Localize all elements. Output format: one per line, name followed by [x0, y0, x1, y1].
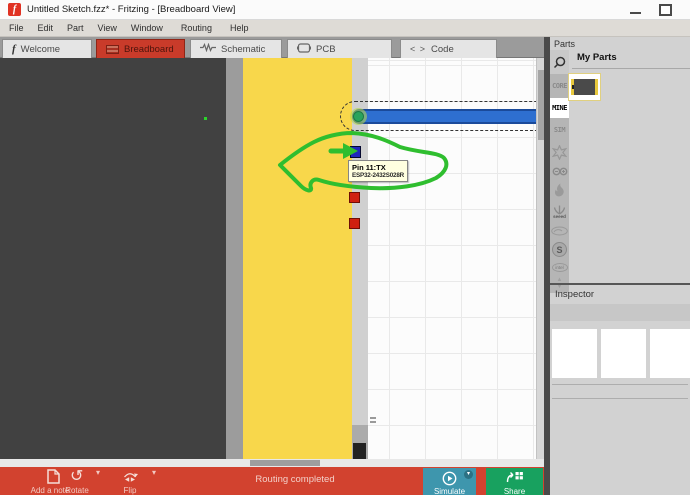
flip-icon	[121, 472, 139, 484]
intel-icon: intel	[552, 263, 568, 272]
flip-dropdown-caret[interactable]: ▾	[152, 468, 156, 477]
simulate-label: Simulate	[423, 487, 476, 495]
red-pin[interactable]	[349, 192, 360, 203]
tab-breadboard-label: Breadboard	[124, 44, 174, 55]
code-brackets-icon: < >	[410, 44, 426, 54]
ruler-tick	[370, 421, 376, 423]
parts-tab-arduino[interactable]	[550, 163, 569, 180]
fritzing-f-icon: f	[12, 43, 16, 55]
parts-tab-snootlab[interactable]: S	[550, 238, 569, 260]
parts-tab-seeed[interactable]: seeed	[550, 200, 569, 224]
menu-edit[interactable]: Edit	[31, 22, 61, 34]
part-thumb-screen	[574, 79, 595, 95]
menu-routing[interactable]: Routing	[174, 22, 219, 34]
right-panel: Parts CORE MINE SIM seeed	[550, 37, 690, 495]
tab-code-label: Code	[431, 44, 454, 55]
simulate-dropdown-caret[interactable]: ▾	[464, 470, 473, 479]
parts-tab-intel[interactable]: intel	[550, 260, 569, 275]
note-page-icon	[47, 469, 60, 484]
blue-wire[interactable]	[352, 109, 536, 124]
inspector-title: Inspector	[555, 289, 594, 300]
adafruit-icon	[552, 145, 567, 160]
inspector-rule	[552, 398, 688, 399]
bottom-toolbar: Add a note ↺ Rotate ▾ Flip ▾ Routing com…	[0, 467, 544, 495]
tab-code[interactable]: < > Code	[400, 39, 497, 58]
inspector-rule	[552, 384, 688, 385]
pcb-icon	[297, 43, 311, 56]
rotate-dropdown-caret[interactable]: ▾	[96, 468, 100, 477]
board-yellow-pcb	[243, 58, 352, 459]
routing-status: Routing completed	[195, 474, 395, 485]
breadboard-canvas[interactable]: Pin 11:TX ESP32-2432S028R	[0, 58, 546, 459]
board-dark-region	[0, 58, 226, 459]
rotate-label[interactable]: Rotate	[57, 486, 97, 495]
parts-tab-adafruit[interactable]	[550, 142, 569, 163]
tab-schematic[interactable]: Schematic	[190, 39, 282, 58]
menu-help[interactable]: Help	[223, 22, 256, 34]
esp32-part-thumbnail[interactable]	[568, 73, 601, 101]
window-title: Untitled Sketch.fzz* - Fritzing - [Bread…	[27, 4, 235, 15]
tab-breadboard[interactable]: Breadboard	[96, 39, 185, 58]
maximize-button[interactable]	[659, 4, 672, 16]
tab-pcb-label: PCB	[316, 44, 336, 55]
inspector-preview-box	[601, 329, 646, 378]
ruler-tick	[370, 417, 376, 419]
tab-welcome[interactable]: f Welcome	[2, 39, 92, 58]
menu-view[interactable]: View	[91, 22, 124, 34]
tooltip-part-label: ESP32-2432S028R	[352, 172, 404, 179]
infineon-icon	[551, 226, 568, 236]
menu-file[interactable]: File	[2, 22, 31, 34]
board-bottom-component	[353, 443, 366, 459]
title-bar: f Untitled Sketch.fzz* - Fritzing - [Bre…	[0, 0, 690, 20]
parts-bin-strip: CORE MINE SIM seeed S intel	[550, 50, 569, 293]
share-label: Share	[486, 487, 543, 495]
sparkfun-flame-icon	[554, 183, 565, 197]
menu-bar: File Edit Part View Window Routing Help	[0, 20, 690, 37]
inspector-divider[interactable]	[550, 283, 690, 285]
canvas-green-dot	[204, 117, 207, 120]
wire-bendpoint[interactable]	[353, 111, 364, 122]
board-gray-strip	[226, 58, 243, 459]
inspector-header-band	[550, 304, 690, 321]
view-tab-bar: f Welcome Breadboard Schematic PCB < > C…	[0, 37, 548, 58]
parts-tab-sim[interactable]: SIM	[550, 118, 569, 142]
minimize-button[interactable]	[630, 12, 641, 14]
snootlab-icon: S	[552, 242, 567, 257]
tab-pcb[interactable]: PCB	[287, 39, 392, 58]
tooltip-pin-label: Pin 11:TX	[352, 163, 404, 172]
search-icon	[553, 56, 566, 69]
simulate-button[interactable]: ▾ Simulate	[423, 468, 476, 495]
menu-part[interactable]: Part	[60, 22, 91, 34]
parts-search-button[interactable]	[550, 50, 569, 74]
tab-schematic-label: Schematic	[221, 44, 265, 55]
parts-tab-infineon[interactable]	[550, 224, 569, 238]
rotate-icon[interactable]: ↺	[70, 466, 83, 486]
breadboard-icon	[106, 45, 119, 54]
tab-welcome-label: Welcome	[21, 44, 60, 55]
my-parts-rule	[572, 68, 690, 69]
pin-tooltip: Pin 11:TX ESP32-2432S028R	[348, 160, 408, 182]
parts-tab-sparkfun[interactable]	[550, 180, 569, 200]
seeed-label: seeed	[553, 214, 566, 219]
parts-tab-mine[interactable]: MINE	[550, 98, 569, 118]
part-thumb-connector	[572, 85, 574, 89]
schematic-zigzag-icon	[200, 43, 216, 55]
flip-label[interactable]: Flip	[112, 486, 148, 495]
share-button[interactable]: Share	[486, 468, 543, 495]
share-icon	[486, 471, 543, 484]
inspector-preview-box	[650, 329, 690, 378]
parts-tab-core[interactable]: CORE	[550, 74, 569, 98]
parts-panel-title: Parts	[554, 39, 575, 49]
horizontal-scrollbar-thumb[interactable]	[250, 460, 320, 466]
arduino-icon	[552, 167, 568, 176]
menu-window[interactable]: Window	[124, 22, 170, 34]
pin-11-tx[interactable]	[350, 146, 361, 158]
fritzing-app-icon: f	[8, 3, 21, 16]
my-parts-title: My Parts	[577, 52, 617, 63]
fritzing-window: f Untitled Sketch.fzz* - Fritzing - [Bre…	[0, 0, 690, 495]
inspector-preview-box	[552, 329, 597, 378]
red-pin[interactable]	[349, 218, 360, 229]
